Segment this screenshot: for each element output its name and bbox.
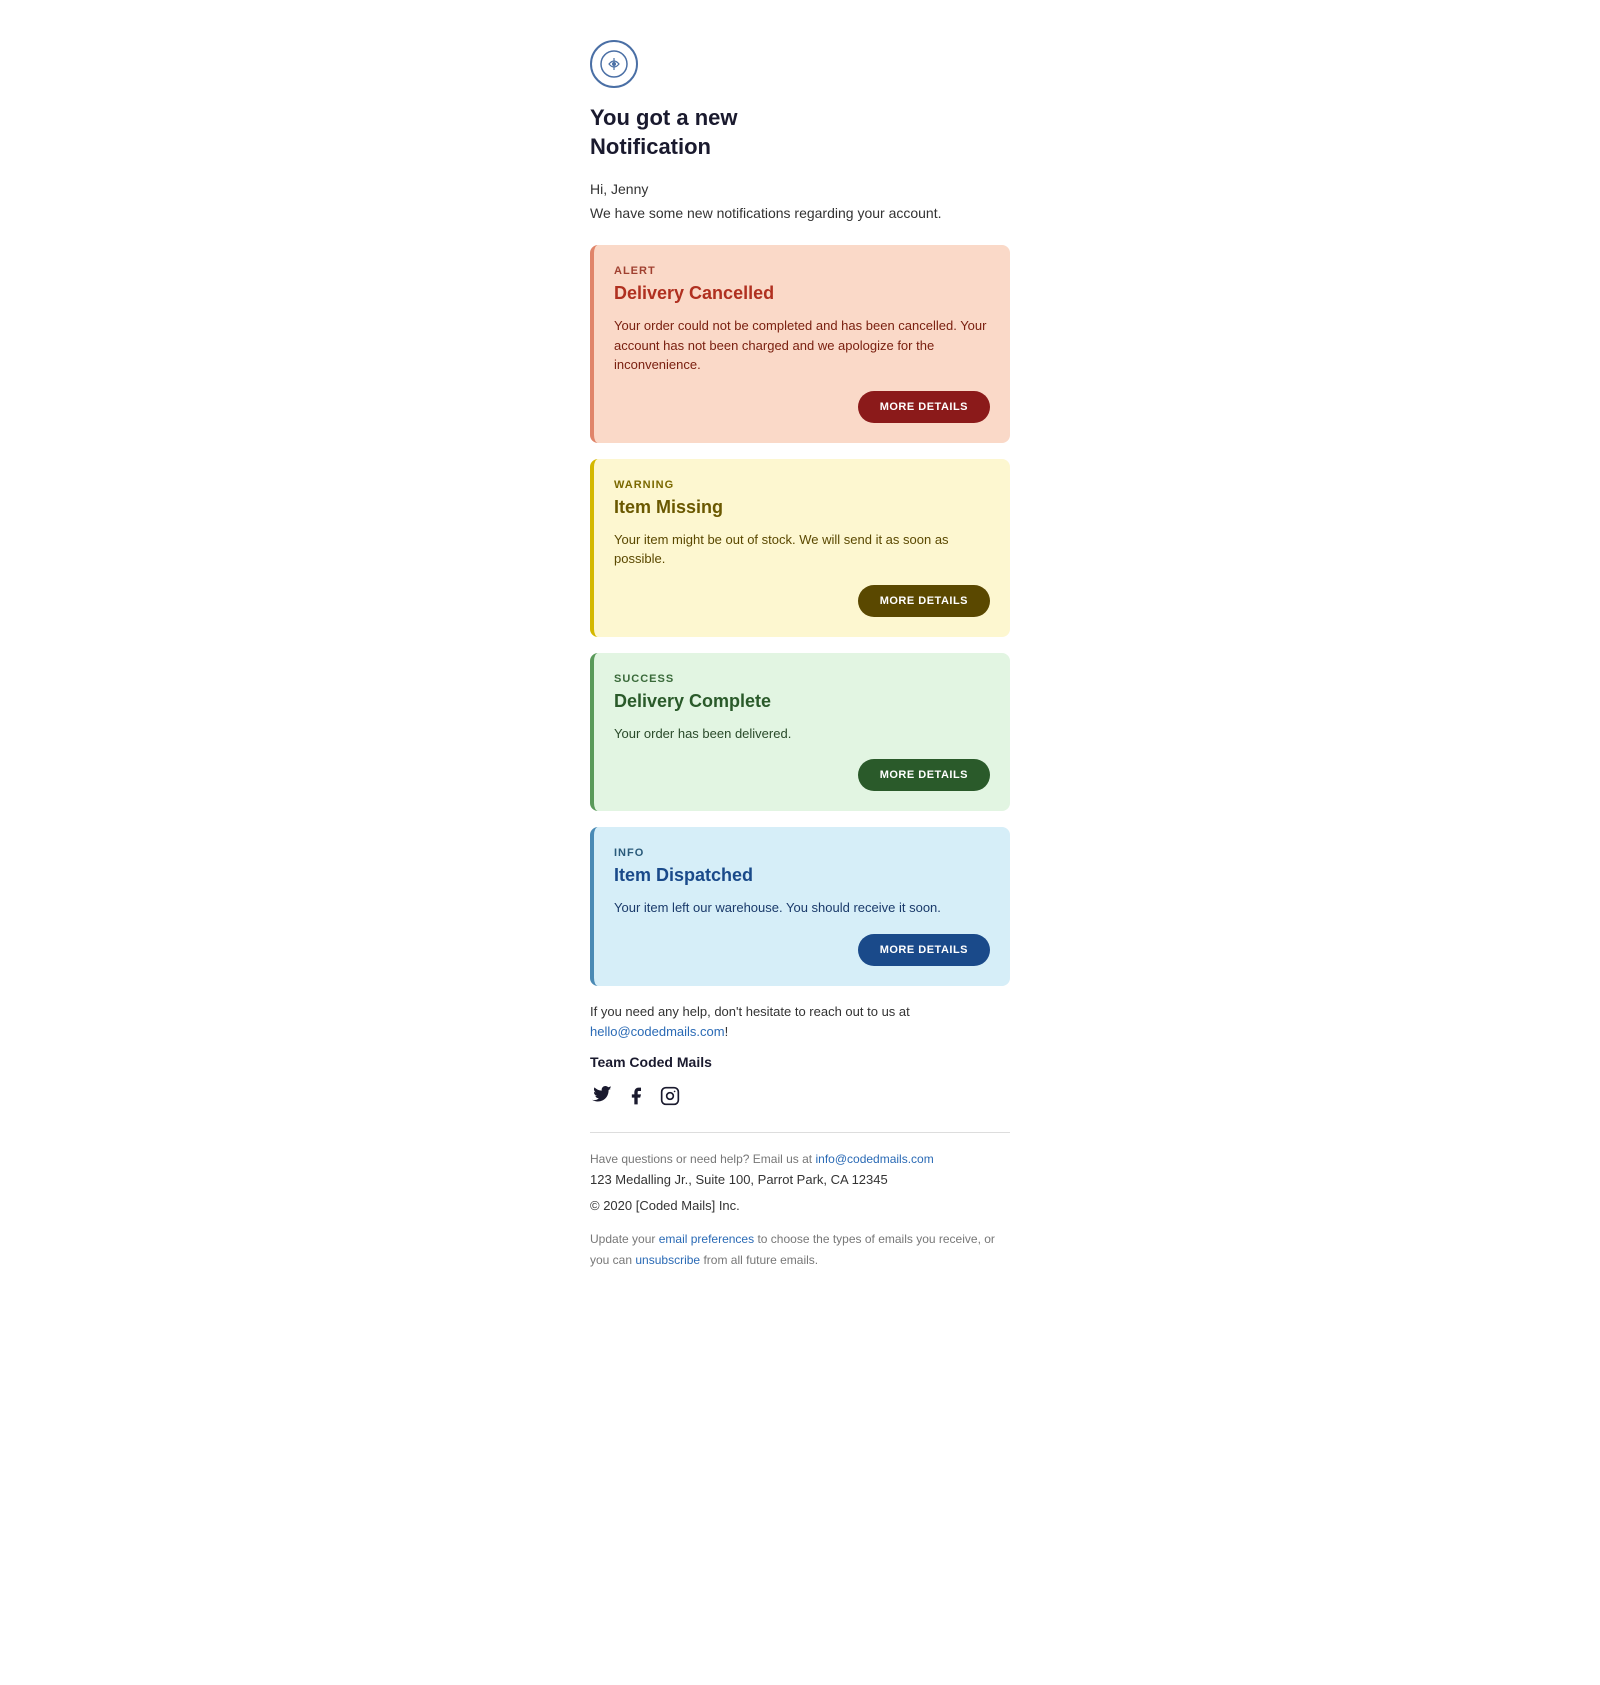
card-type-success: SUCCESS (614, 673, 990, 685)
instagram-icon[interactable] (658, 1084, 682, 1108)
card-type-alert: ALERT (614, 265, 990, 277)
notification-cards: ALERT Delivery Cancelled Your order coul… (590, 245, 1010, 986)
card-footer-alert: MORE DETAILS (614, 391, 990, 423)
unsubscribe-link[interactable]: unsubscribe (635, 1253, 700, 1267)
team-name: Team Coded Mails (590, 1051, 1010, 1073)
card-title-alert: Delivery Cancelled (614, 283, 990, 304)
card-footer-info: MORE DETAILS (614, 934, 990, 966)
email-container: You got a new Notification Hi, Jenny We … (590, 40, 1010, 1645)
footer-questions: Have questions or need help? Email us at… (590, 1149, 1010, 1169)
help-text: If you need any help, don't hesitate to … (590, 1002, 1010, 1044)
social-icons (590, 1084, 1010, 1108)
info-card: INFO Item Dispatched Your item left our … (590, 827, 1010, 986)
footer-bottom: Have questions or need help? Email us at… (590, 1149, 1010, 1270)
email-preferences-link[interactable]: email preferences (659, 1232, 754, 1246)
more-details-warning-button[interactable]: MORE DETAILS (858, 585, 990, 617)
card-footer-success: MORE DETAILS (614, 759, 990, 791)
alert-card: ALERT Delivery Cancelled Your order coul… (590, 245, 1010, 443)
email-title: You got a new Notification (590, 104, 1010, 161)
questions-email-link[interactable]: info@codedmails.com (815, 1152, 933, 1166)
card-body-success: Your order has been delivered. (614, 724, 990, 744)
card-title-warning: Item Missing (614, 497, 990, 518)
divider (590, 1132, 1010, 1133)
card-body-warning: Your item might be out of stock. We will… (614, 530, 990, 569)
card-body-alert: Your order could not be completed and ha… (614, 316, 990, 375)
twitter-icon[interactable] (590, 1084, 614, 1108)
warning-card: WARNING Item Missing Your item might be … (590, 459, 1010, 637)
card-title-success: Delivery Complete (614, 691, 990, 712)
more-details-alert-button[interactable]: MORE DETAILS (858, 391, 990, 423)
card-type-info: INFO (614, 847, 990, 859)
footer-preferences: Update your email preferences to choose … (590, 1229, 1010, 1270)
card-title-info: Item Dispatched (614, 865, 990, 886)
more-details-info-button[interactable]: MORE DETAILS (858, 934, 990, 966)
help-email-link[interactable]: hello@codedmails.com (590, 1024, 725, 1039)
footer-address: 123 Medalling Jr., Suite 100, Parrot Par… (590, 1169, 1010, 1191)
facebook-icon[interactable] (624, 1084, 648, 1108)
footer-section: If you need any help, don't hesitate to … (590, 1002, 1010, 1270)
card-type-warning: WARNING (614, 479, 990, 491)
card-footer-warning: MORE DETAILS (614, 585, 990, 617)
card-body-info: Your item left our warehouse. You should… (614, 898, 990, 918)
footer-copyright: © 2020 [Coded Mails] Inc. (590, 1195, 1010, 1217)
greeting-text: Hi, Jenny (590, 181, 1010, 197)
logo-wrapper (590, 40, 1010, 88)
logo-icon (590, 40, 638, 88)
intro-text: We have some new notifications regarding… (590, 205, 1010, 221)
more-details-success-button[interactable]: MORE DETAILS (858, 759, 990, 791)
success-card: SUCCESS Delivery Complete Your order has… (590, 653, 1010, 812)
